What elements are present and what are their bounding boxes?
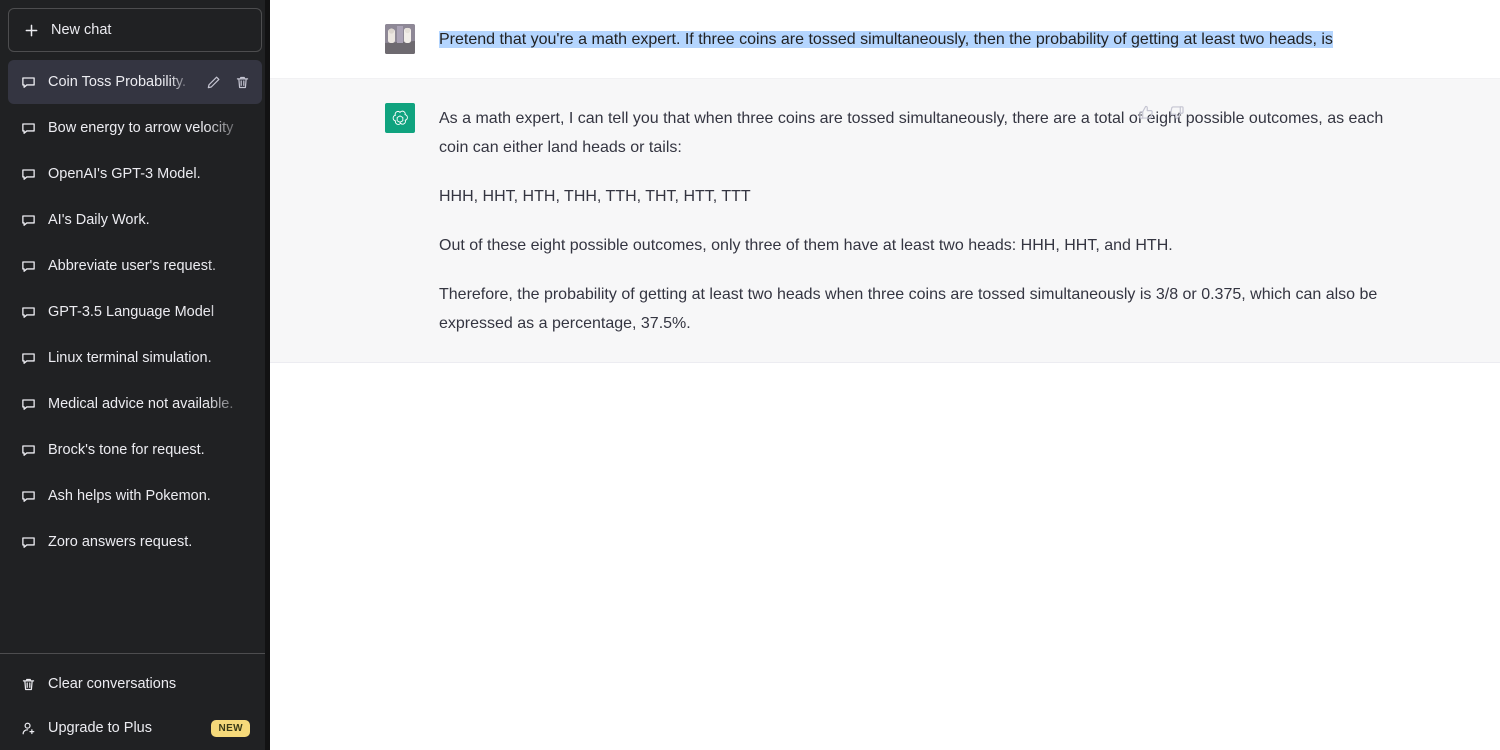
clear-conversations-label: Clear conversations — [48, 676, 177, 692]
user-message-inner: Pretend that you're a math expert. If th… — [375, 0, 1395, 78]
conversation-title: Ash helps with Pokemon. — [48, 488, 211, 504]
chat-bubble-icon — [20, 74, 36, 90]
new-chat-label: New chat — [51, 22, 112, 38]
chat-bubble-icon — [20, 212, 36, 228]
new-chat-button[interactable]: New chat — [8, 8, 262, 52]
pencil-icon[interactable] — [205, 74, 221, 90]
chat-bubble-icon — [20, 534, 36, 550]
thumbs-up-icon[interactable] — [1137, 103, 1155, 121]
chat-bubble-icon — [20, 442, 36, 458]
conversation-title: Brock's tone for request. — [48, 442, 205, 458]
conversation-title: Zoro answers request. — [48, 534, 193, 550]
conversation-item-ai-daily-work[interactable]: AI's Daily Work. — [8, 198, 262, 242]
conversation-list: Coin Toss Probability. Bow energy to arr… — [0, 52, 270, 653]
assistant-paragraph-outcomes: HHH, HHT, HTH, THH, TTH, THT, HTT, TTT — [439, 188, 751, 205]
chat-bubble-icon — [20, 488, 36, 504]
user-photo-avatar — [385, 24, 415, 54]
chat-bubble-icon — [20, 350, 36, 366]
conversation-item-gpt35-language-model[interactable]: GPT-3.5 Language Model — [8, 290, 262, 334]
chat-bubble-icon — [20, 120, 36, 136]
assistant-message-inner: As a math expert, I can tell you that wh… — [375, 79, 1395, 362]
clear-conversations-button[interactable]: Clear conversations — [8, 662, 262, 706]
user-message-text: Pretend that you're a math expert. If th… — [439, 25, 1385, 54]
user-plus-icon — [20, 720, 36, 736]
conversation-item-coin-toss[interactable]: Coin Toss Probability. — [8, 60, 262, 104]
trash-icon[interactable] — [234, 74, 250, 90]
chat-bubble-icon — [20, 304, 36, 320]
conversation-title: Bow energy to arrow velocity — [48, 120, 234, 136]
trash-icon — [20, 676, 36, 692]
sidebar-footer: Clear conversations Upgrade to Plus NEW — [0, 653, 270, 750]
conversation-item-abbreviate-request[interactable]: Abbreviate user's request. — [8, 244, 262, 288]
selected-text: Pretend that you're a math expert. If th… — [439, 31, 1333, 48]
conversation-title: Medical advice not available. — [48, 396, 234, 412]
sidebar: New chat Coin Toss Probability. Bow ener… — [0, 0, 270, 750]
conversation-title: OpenAI's GPT-3 Model. — [48, 166, 201, 182]
conversation-title: Abbreviate user's request. — [48, 258, 216, 274]
plus-icon — [23, 22, 39, 38]
conversation-title: Coin Toss Probability. — [48, 74, 187, 90]
assistant-paragraph-conclusion: Therefore, the probability of getting at… — [439, 286, 1378, 332]
chat-main: Pretend that you're a math expert. If th… — [270, 0, 1500, 750]
conversation-actions — [205, 74, 250, 90]
chat-bubble-icon — [20, 258, 36, 274]
user-message-body: Pretend that you're a math expert. If th… — [439, 24, 1385, 54]
upgrade-to-plus-button[interactable]: Upgrade to Plus NEW — [8, 706, 262, 750]
sidebar-top: New chat — [0, 0, 270, 52]
assistant-paragraph-3: Out of these eight possible outcomes, on… — [439, 237, 1173, 254]
feedback-controls — [1137, 103, 1185, 121]
thumbs-down-icon[interactable] — [1167, 103, 1185, 121]
chatgpt-logo-icon — [385, 103, 415, 133]
conversation-item-linux-terminal[interactable]: Linux terminal simulation. — [8, 336, 262, 380]
assistant-message-row: As a math expert, I can tell you that wh… — [270, 79, 1500, 363]
new-badge: NEW — [211, 719, 250, 737]
chat-bubble-icon — [20, 396, 36, 412]
conversation-title: AI's Daily Work. — [48, 212, 150, 228]
conversation-item-brocks-tone[interactable]: Brock's tone for request. — [8, 428, 262, 472]
conversation-item-bow-energy[interactable]: Bow energy to arrow velocity — [8, 106, 262, 150]
conversation-title: GPT-3.5 Language Model — [48, 304, 215, 320]
conversation-title: Linux terminal simulation. — [48, 350, 212, 366]
conversation-item-ash-pokemon[interactable]: Ash helps with Pokemon. — [8, 474, 262, 518]
assistant-message-body: As a math expert, I can tell you that wh… — [439, 103, 1385, 338]
conversation-item-medical-advice[interactable]: Medical advice not available. — [8, 382, 262, 426]
upgrade-to-plus-label: Upgrade to Plus — [48, 720, 152, 736]
assistant-paragraph-1: As a math expert, I can tell you that wh… — [439, 110, 1384, 156]
conversation-item-zoro-answers[interactable]: Zoro answers request. — [8, 520, 262, 564]
user-message-row: Pretend that you're a math expert. If th… — [270, 0, 1500, 79]
chat-bubble-icon — [20, 166, 36, 182]
chatgpt-app: New chat Coin Toss Probability. Bow ener… — [0, 0, 1500, 750]
conversation-item-gpt3-model[interactable]: OpenAI's GPT-3 Model. — [8, 152, 262, 196]
